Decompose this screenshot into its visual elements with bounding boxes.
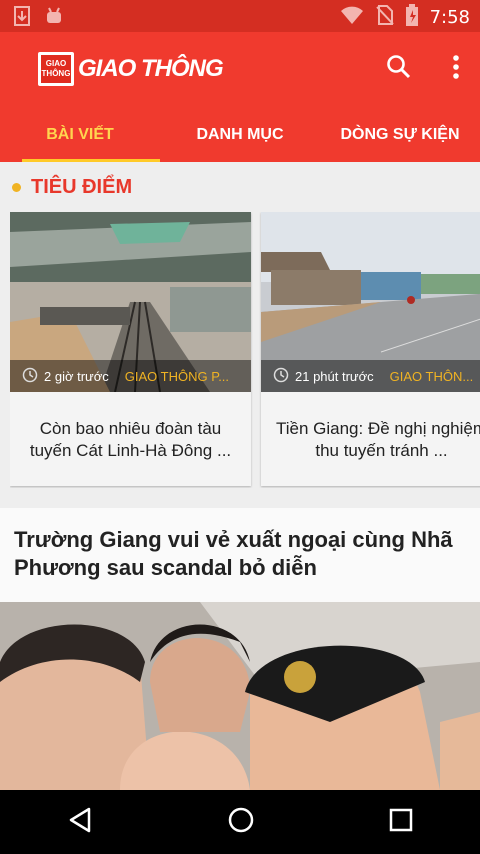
section-title: TIÊU ĐIỂM: [31, 176, 133, 198]
search-icon[interactable]: [386, 54, 412, 85]
tab-bai-viet[interactable]: BÀI VIẾT: [0, 112, 160, 162]
card-title: Tiền Giang: Đề nghị nghiệm thu tuyến trá…: [275, 419, 480, 460]
wifi-icon: [340, 5, 364, 30]
featured-card[interactable]: 21 phút trước GIAO THÔN... Tiền Giang: Đ…: [261, 212, 480, 486]
card-source: GIAO THÔN...: [389, 368, 474, 384]
tab-dong-su-kien[interactable]: DÒNG SỰ KIỆN: [320, 112, 480, 162]
card-meta: 2 giờ trước GIAO THÔNG P...: [10, 360, 251, 392]
clock-icon: [273, 367, 289, 386]
status-bar: 7:58: [0, 0, 480, 32]
article-thumbnail[interactable]: [0, 602, 480, 790]
featured-card[interactable]: 2 giờ trước GIAO THÔNG P... Còn bao nhiê…: [10, 212, 251, 486]
card-source: GIAO THÔNG P...: [124, 368, 230, 384]
android-icon: [44, 6, 64, 31]
home-icon[interactable]: [227, 806, 255, 839]
card-time: 2 giờ trước: [44, 368, 109, 384]
card-time: 21 phút trước: [295, 368, 374, 384]
logo-badge-line1: GIAO: [45, 59, 67, 68]
bullet-dot-icon: [12, 183, 21, 192]
logo-badge: GIAO THÔNG: [38, 52, 74, 86]
app-logo: GIAO THÔNG GIAO THÔNG: [38, 52, 224, 86]
featured-carousel[interactable]: 2 giờ trước GIAO THÔNG P... Còn bao nhiê…: [10, 212, 480, 488]
no-sim-icon: [375, 5, 394, 30]
logo-text: GIAO THÔNG: [78, 55, 224, 82]
article-title: Trường Giang vui vẻ xuất ngoại cùng Nhã …: [14, 527, 453, 580]
app-bar: GIAO THÔNG GIAO THÔNG BÀI VIẾT DANH MỤC …: [0, 32, 480, 162]
status-time: 7:58: [429, 7, 470, 28]
logo-badge-line2: THÔNG: [41, 69, 71, 78]
tab-bar: BÀI VIẾT DANH MỤC DÒNG SỰ KIỆN: [0, 112, 480, 162]
card-title: Còn bao nhiêu đoàn tàu tuyến Cát Linh-Hà…: [29, 419, 232, 460]
clock-icon: [22, 367, 38, 386]
tab-danh-muc[interactable]: DANH MỤC: [160, 112, 320, 162]
article-card[interactable]: Trường Giang vui vẻ xuất ngoại cùng Nhã …: [0, 508, 480, 603]
more-vert-icon[interactable]: [452, 54, 460, 85]
battery-icon: [405, 4, 418, 31]
section-header: TIÊU ĐIỂM: [12, 176, 132, 199]
system-nav-bar: [0, 790, 480, 854]
back-icon[interactable]: [67, 806, 93, 839]
download-icon: [14, 6, 30, 31]
recents-icon[interactable]: [389, 808, 413, 837]
card-meta: 21 phút trước GIAO THÔN...: [261, 360, 480, 392]
